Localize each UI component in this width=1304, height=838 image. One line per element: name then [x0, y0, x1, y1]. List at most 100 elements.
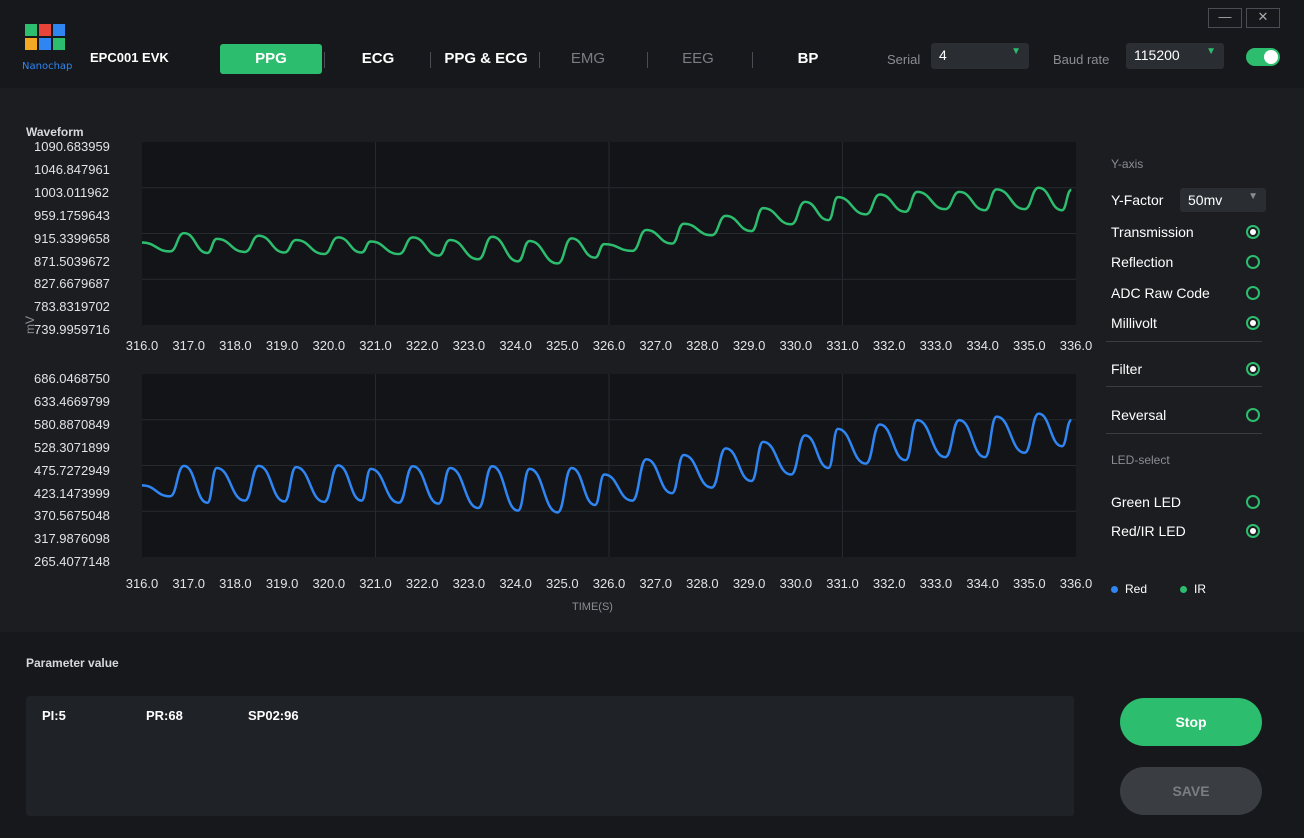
stop-button[interactable]: Stop: [1120, 698, 1262, 746]
tab-eeg[interactable]: EEG: [670, 44, 726, 74]
x-tick-label: 321.0: [359, 576, 392, 591]
x-axis-title: TIME(S): [572, 601, 613, 613]
red-waveform-svg: [141, 374, 1076, 557]
green-led-radio[interactable]: [1246, 495, 1260, 509]
millivolt-radio[interactable]: [1246, 316, 1260, 330]
y-tick-label: 423.1473999: [34, 485, 110, 501]
connection-toggle[interactable]: [1246, 48, 1280, 66]
y-factor-select[interactable]: 50mv ▼: [1180, 188, 1266, 212]
y-tick-label: 265.4077148: [34, 554, 110, 570]
baud-rate-label: Baud rate: [1053, 52, 1110, 67]
y-axis-heading: Y-axis: [1111, 157, 1144, 171]
y-tick-label: 739.9959716: [34, 322, 110, 338]
y-tick-label: 686.0468750: [34, 371, 110, 386]
transmission-radio[interactable]: [1246, 225, 1260, 239]
x-tick-label: 335.0: [1013, 576, 1046, 591]
reversal-radio[interactable]: [1246, 408, 1260, 422]
close-button[interactable]: ✕: [1246, 8, 1280, 28]
led-select-heading: LED-select: [1111, 453, 1170, 467]
x-tick-label: 333.0: [919, 338, 953, 353]
option-reversal-label: Reversal: [1111, 407, 1167, 423]
y-tick-label: 915.3399658: [34, 230, 110, 246]
tab-ppg-ecg[interactable]: PPG & ECG: [436, 44, 536, 74]
x-tick-label: 332.0: [872, 576, 906, 591]
x-tick-label: 325.0: [546, 338, 579, 353]
x-tick-label: 322.0: [405, 338, 439, 353]
filter-radio[interactable]: [1246, 362, 1260, 376]
x-tick-label: 333.0: [919, 576, 953, 591]
minimize-button[interactable]: —: [1208, 8, 1242, 28]
y-tick-label: 959.1759643: [34, 207, 110, 223]
chevron-down-icon: ▼: [1011, 46, 1021, 57]
x-tick-label: 329.0: [732, 338, 766, 353]
waveform-title: Waveform: [26, 125, 84, 139]
y-tick-label: 1003.011962: [34, 184, 109, 200]
parameter-title: Parameter value: [26, 656, 119, 670]
x-tick-label: 327.0: [639, 338, 672, 353]
option-transmission-label: Transmission: [1111, 224, 1194, 240]
legend-red: Red: [1111, 582, 1147, 596]
y-tick-label: 528.3071899: [34, 439, 110, 455]
y-axis-unit: mV: [23, 316, 37, 334]
tab-emg[interactable]: EMG: [560, 44, 616, 74]
ir-waveform-svg: [141, 142, 1076, 325]
x-tick-label: 324.0: [499, 338, 532, 353]
serial-value: 4: [939, 47, 947, 63]
pi-value: PI:5: [42, 708, 66, 723]
x-tick-label: 334.0: [966, 338, 999, 353]
waveform-line-red: [141, 412, 1073, 514]
toggle-knob: [1264, 50, 1278, 64]
legend-ir-dot: [1180, 586, 1187, 594]
y-factor-value: 50mv: [1188, 192, 1223, 208]
nav-divider: [324, 52, 325, 68]
app-title: EPC001 EVK: [90, 50, 169, 65]
waveform-line-ir: [141, 186, 1072, 265]
legend-red-dot: [1111, 586, 1118, 594]
x-tick-label: 326.0: [592, 338, 626, 353]
x-tick-label: 328.0: [686, 576, 719, 591]
ir-waveform-chart: [141, 142, 1076, 325]
x-tick-label: 319.0: [265, 576, 299, 591]
reflection-radio[interactable]: [1246, 255, 1260, 269]
x-tick-label: 321.0: [359, 338, 392, 353]
baud-rate-value: 115200: [1134, 47, 1180, 63]
chevron-down-icon: ▼: [1248, 191, 1258, 202]
x-tick-label: 317.0: [172, 576, 205, 591]
pr-value: PR:68: [146, 708, 183, 723]
red-waveform-chart: [141, 374, 1076, 557]
serial-select[interactable]: 4 ▼: [931, 43, 1029, 69]
nanochap-logo: Nanochap: [22, 22, 82, 76]
x-tick-label: 330.0: [779, 338, 813, 353]
x-tick-label: 318.0: [219, 338, 252, 353]
x-tick-label: 328.0: [686, 338, 719, 353]
red-ir-led-label: Red/IR LED: [1111, 523, 1186, 539]
logo-text: Nanochap: [22, 61, 73, 72]
red-ir-led-radio[interactable]: [1246, 524, 1260, 538]
parameter-box: [26, 696, 1074, 816]
panel-divider: [1106, 341, 1262, 342]
tab-ecg[interactable]: ECG: [348, 44, 408, 74]
x-tick-label: 320.0: [312, 576, 346, 591]
x-tick-label: 335.0: [1013, 338, 1046, 353]
tab-ppg[interactable]: PPG: [220, 44, 322, 74]
x-tick-label: 323.0: [452, 576, 486, 591]
save-button[interactable]: SAVE: [1120, 767, 1262, 815]
x-tick-label: 336.0: [1059, 576, 1093, 591]
baud-rate-select[interactable]: 115200 ▼: [1126, 43, 1224, 69]
x-tick-label: 317.0: [172, 338, 205, 353]
tab-bp[interactable]: BP: [780, 44, 836, 74]
y-tick-label: 580.8870849: [34, 416, 110, 432]
y-tick-label: 1090.683959: [34, 139, 110, 154]
x-tick-label: 323.0: [452, 338, 486, 353]
nav-divider: [752, 52, 753, 68]
nav-divider: [647, 52, 648, 68]
x-tick-label: 329.0: [732, 576, 766, 591]
adc-raw-code-radio[interactable]: [1246, 286, 1260, 300]
x-tick-label: 326.0: [592, 576, 626, 591]
serial-label: Serial: [887, 52, 921, 67]
green-led-label: Green LED: [1111, 494, 1182, 510]
y-tick-label: 633.4669799: [34, 393, 110, 409]
legend-ir: IR: [1180, 582, 1206, 596]
x-tick-label: 324.0: [499, 576, 532, 591]
top-bar: [0, 0, 1304, 88]
